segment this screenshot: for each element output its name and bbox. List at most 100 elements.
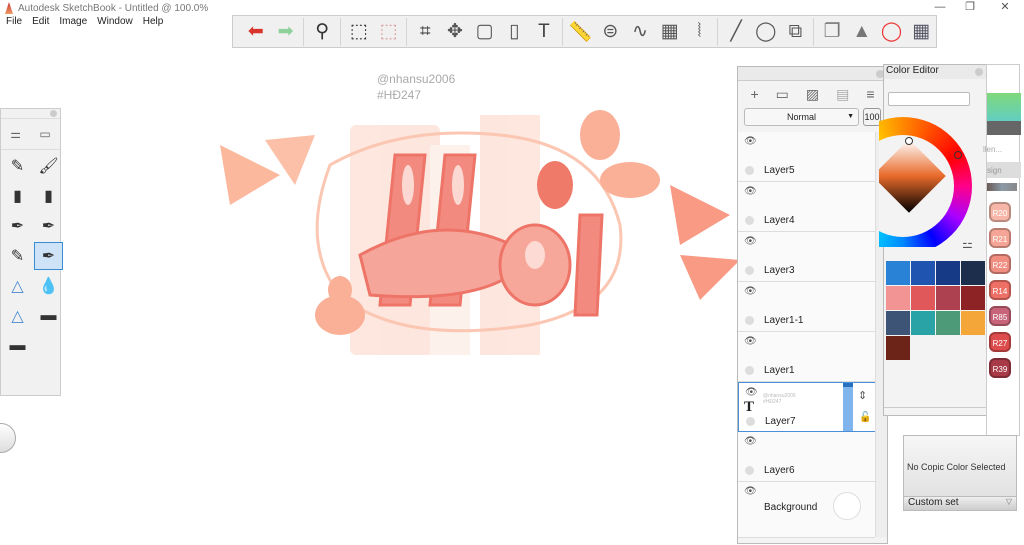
brush-chisel-icon[interactable]: ▮ bbox=[34, 182, 63, 210]
color-swatch[interactable] bbox=[886, 311, 910, 335]
visibility-eye-icon[interactable]: 👁 bbox=[744, 186, 757, 197]
lagoon-puck[interactable] bbox=[0, 423, 16, 453]
brush-felt-pen-icon[interactable]: ✎ bbox=[3, 242, 32, 270]
menu-window[interactable]: Window bbox=[97, 16, 133, 32]
menu-file[interactable]: File bbox=[6, 16, 22, 32]
color-sliders-icon[interactable]: ⚍ bbox=[962, 237, 973, 251]
ruler-icon[interactable]: 📏 bbox=[566, 18, 596, 46]
copic-marker-r39[interactable]: R39 bbox=[989, 358, 1011, 378]
menu-edit[interactable]: Edit bbox=[32, 16, 49, 32]
copic-marker-r20[interactable]: R20 bbox=[989, 202, 1011, 222]
brush-library-icon[interactable]: ▭ bbox=[39, 127, 50, 141]
color-swatch[interactable] bbox=[911, 286, 935, 310]
layer-lock-toggle[interactable] bbox=[745, 366, 754, 375]
brush-technical-pen-icon[interactable]: ✒ bbox=[34, 212, 63, 240]
merge-layer-icon[interactable]: ▤ bbox=[836, 86, 849, 103]
brush-triangle-icon[interactable]: △ bbox=[3, 272, 32, 300]
visibility-eye-icon[interactable]: 👁 bbox=[744, 336, 757, 347]
visibility-eye-icon[interactable]: 👁 bbox=[744, 286, 757, 297]
brush-smudge-icon[interactable]: ▬ bbox=[3, 332, 32, 360]
layer-lock-toggle[interactable] bbox=[745, 166, 754, 175]
ellipse-guide-icon[interactable]: ⊜ bbox=[596, 18, 626, 46]
zoom-icon[interactable]: ⚲ bbox=[307, 18, 337, 46]
brush-ballpoint-icon[interactable]: ✒ bbox=[3, 212, 32, 240]
layer-lock-toggle[interactable] bbox=[746, 417, 755, 426]
color-wheel-icon[interactable]: ◯ bbox=[877, 18, 907, 46]
french-curve-icon[interactable]: ∿ bbox=[625, 18, 655, 46]
close-icon[interactable] bbox=[50, 110, 57, 117]
close-icon[interactable] bbox=[975, 68, 983, 76]
redo-icon[interactable]: ➡ bbox=[271, 18, 301, 46]
color-swatch[interactable] bbox=[936, 286, 960, 310]
resize-handle[interactable] bbox=[884, 407, 988, 415]
color-swatch[interactable] bbox=[936, 261, 960, 285]
layer-row[interactable]: 👁 Layer4 bbox=[738, 182, 875, 232]
oval-icon[interactable]: ◯ bbox=[751, 18, 781, 46]
color-wheel[interactable] bbox=[879, 117, 979, 247]
layer-lock-toggle[interactable] bbox=[745, 266, 754, 275]
text-icon[interactable]: T bbox=[529, 18, 559, 46]
blend-mode-select[interactable]: Normal ▼ bbox=[744, 108, 859, 126]
select-icon[interactable]: ⬚ bbox=[344, 18, 374, 46]
color-swatch[interactable] bbox=[911, 261, 935, 285]
color-swatch[interactable] bbox=[961, 261, 985, 285]
distort-icon[interactable]: ▢ bbox=[470, 18, 500, 46]
visibility-eye-icon[interactable]: 👁 bbox=[745, 387, 758, 398]
visibility-eye-icon[interactable]: 👁 bbox=[744, 136, 757, 147]
color-swatch[interactable] bbox=[911, 311, 935, 335]
layer-move-icon[interactable]: ⇕ bbox=[858, 389, 867, 402]
color-picker-handle[interactable] bbox=[905, 137, 913, 145]
color-swatch[interactable] bbox=[961, 286, 985, 310]
layer-lock-toggle[interactable] bbox=[745, 466, 754, 475]
transform-icon[interactable]: ✥ bbox=[440, 18, 470, 46]
brush-marker-icon[interactable]: ▮ bbox=[3, 182, 32, 210]
crop-icon[interactable]: ⌗ bbox=[410, 18, 440, 46]
menu-image[interactable]: Image bbox=[59, 16, 87, 32]
add-image-icon[interactable]: ▨ bbox=[806, 86, 819, 103]
lock-icon[interactable]: 🔓 bbox=[859, 412, 871, 423]
brush-ink-pen-icon[interactable]: ✒ bbox=[34, 242, 63, 270]
layer-row[interactable]: 👁 Layer5 bbox=[738, 132, 875, 182]
shapes-icon[interactable]: ⧉ bbox=[781, 18, 811, 46]
brush-pencil-icon[interactable]: ✎ bbox=[3, 152, 32, 180]
color-swatch[interactable] bbox=[886, 336, 910, 360]
copic-marker-r27[interactable]: R27 bbox=[989, 332, 1011, 352]
layer-lock-toggle[interactable] bbox=[745, 216, 754, 225]
hex-input[interactable] bbox=[888, 92, 970, 106]
layer-row[interactable]: 👁 Layer7 T @nhansu2006 #HĐ247 ⇕ 🔓 bbox=[738, 382, 876, 432]
layer-lock-toggle[interactable] bbox=[745, 316, 754, 325]
visibility-eye-icon[interactable]: 👁 bbox=[744, 236, 757, 247]
color-swatch[interactable] bbox=[886, 261, 910, 285]
color-swatch[interactable] bbox=[961, 311, 985, 335]
brush-settings-icon[interactable]: ⚌ bbox=[10, 127, 21, 141]
restore-button[interactable]: ❐ bbox=[955, 0, 985, 16]
add-group-icon[interactable]: ▭ bbox=[776, 86, 789, 103]
close-button[interactable]: ✕ bbox=[990, 0, 1020, 16]
copic-marker-r21[interactable]: R21 bbox=[989, 228, 1011, 248]
layer-row[interactable]: 👁 Background bbox=[738, 482, 875, 538]
add-layer-icon[interactable]: + bbox=[750, 86, 758, 103]
layer-row[interactable]: 👁 Layer6 bbox=[738, 432, 875, 482]
copic-set-select[interactable]: Custom set ▽ bbox=[904, 496, 1016, 510]
fill-icon[interactable]: ▯ bbox=[499, 18, 529, 46]
perspective-icon[interactable]: ▦ bbox=[655, 18, 685, 46]
color-swatch[interactable] bbox=[886, 286, 910, 310]
background-color-swatch[interactable] bbox=[833, 492, 861, 520]
layer-menu-icon[interactable]: ≡ bbox=[866, 86, 874, 103]
selection-mask-icon[interactable]: ⬚ bbox=[374, 18, 404, 46]
copic-library-icon[interactable]: ▦ bbox=[906, 18, 936, 46]
menu-help[interactable]: Help bbox=[143, 16, 164, 32]
visibility-eye-icon[interactable]: 👁 bbox=[744, 436, 757, 447]
hue-handle[interactable] bbox=[954, 151, 962, 159]
symmetry-icon[interactable]: ⦚ bbox=[685, 18, 715, 46]
minimize-button[interactable]: — bbox=[925, 0, 955, 16]
brush-triangle-2-icon[interactable]: △ bbox=[3, 302, 32, 330]
layers-icon[interactable]: ❐ bbox=[817, 18, 847, 46]
layer-row[interactable]: 👁 Layer1 bbox=[738, 332, 875, 382]
copic-marker-r22[interactable]: R22 bbox=[989, 254, 1011, 274]
copic-marker-r85[interactable]: R85 bbox=[989, 306, 1011, 326]
brush-eraser-icon[interactable]: ▬ bbox=[34, 302, 63, 330]
brushes-icon[interactable]: ▲ bbox=[847, 18, 877, 46]
layer-row[interactable]: 👁 Layer1-1 bbox=[738, 282, 875, 332]
brush-airbrush-icon[interactable]: 🖌 bbox=[34, 152, 63, 180]
